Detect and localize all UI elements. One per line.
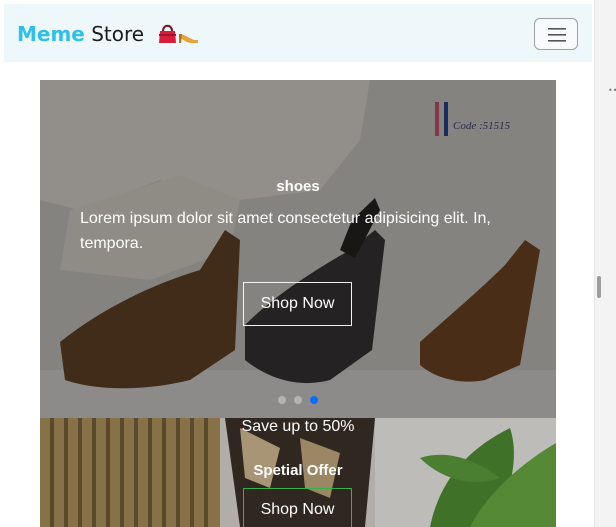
carousel-caption-title: shoes	[276, 178, 320, 195]
carousel-indicator-1[interactable]	[278, 396, 286, 404]
hero-carousel: Code :51515 shoes Lorem ipsum dolor sit …	[40, 80, 556, 418]
carousel-indicator-3[interactable]	[310, 396, 318, 404]
offer-shop-now-button[interactable]: Shop Now	[243, 488, 352, 527]
scrollbar[interactable]	[594, 0, 616, 527]
hamburger-icon	[548, 28, 566, 42]
high-heel-icon	[179, 34, 199, 43]
scrollbar-grip-icon: ••	[608, 86, 616, 95]
offer-title: Spetial Offer	[253, 462, 343, 479]
brand-main-text: Store	[84, 22, 145, 46]
navbar: Meme Store	[4, 4, 592, 62]
brand-icons	[156, 22, 200, 49]
product-code-label: Code :51515	[453, 120, 511, 132]
special-offer-banner: Save up to 50% Spetial Offer Shop Now	[40, 418, 556, 527]
handbag-icon	[159, 24, 177, 43]
carousel-indicator-2[interactable]	[294, 396, 302, 404]
brand-accent-text: Meme	[17, 22, 85, 46]
shop-now-button[interactable]: Shop Now	[243, 282, 352, 326]
carousel-caption-text: Lorem ipsum dolor sit amet consectetur a…	[80, 210, 491, 252]
scrollbar-thumb[interactable]	[597, 276, 601, 298]
brand-logo[interactable]: Meme Store	[17, 22, 200, 49]
offer-subtitle: Save up to 50%	[241, 418, 355, 435]
navbar-toggler-button[interactable]	[534, 18, 578, 50]
